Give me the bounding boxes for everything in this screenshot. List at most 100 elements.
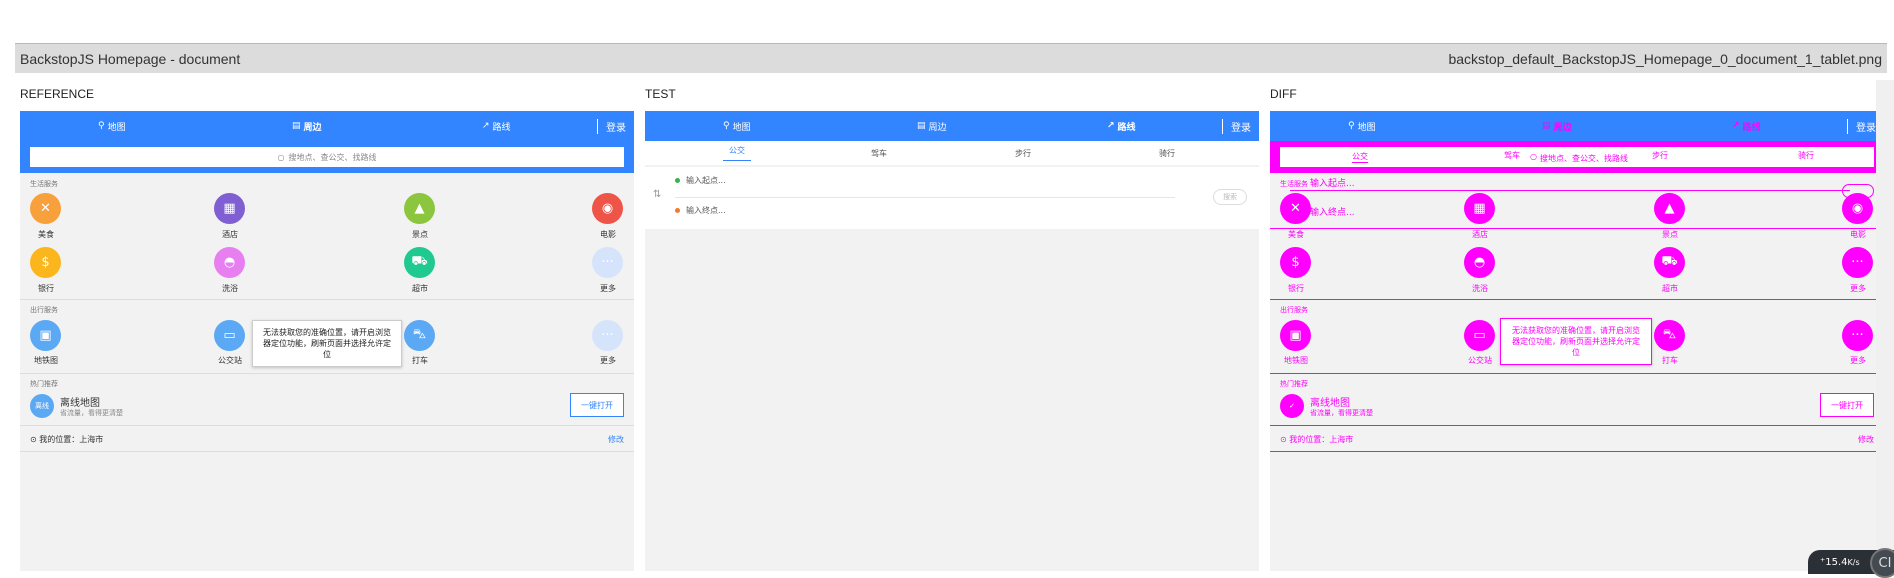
open-button[interactable]: 一键打开 <box>570 393 624 417</box>
label-bus: 公交站 <box>210 355 250 366</box>
bank-icon[interactable]: $ <box>1280 247 1311 278</box>
diff-screenshot[interactable]: ⚲地图 ▤周边 ↗路线 登录 公交 驾车 ○ 搜地点、查公交、找路线 步行 骑行… <box>1270 111 1884 571</box>
bath-icon[interactable]: ◓ <box>1464 247 1495 278</box>
bath-icon[interactable]: ◓ <box>214 247 245 278</box>
divider <box>1270 228 1884 229</box>
more-icon[interactable]: ··· <box>592 247 623 278</box>
offline-badge: ✓ <box>1280 394 1304 418</box>
nav-nearby[interactable]: ▤周边 <box>917 120 947 133</box>
diff-label: DIFF <box>1270 87 1297 101</box>
diff-search-input[interactable]: 公交 驾车 ○ 搜地点、查公交、找路线 步行 骑行 <box>1280 147 1874 167</box>
scenic-icon[interactable]: ▲ <box>404 193 435 224</box>
start-input[interactable]: 输入起点... <box>675 175 726 186</box>
divider <box>1270 425 1884 426</box>
login-link[interactable]: 登录 <box>1847 119 1876 134</box>
tab-bus[interactable]: 公交 <box>723 145 751 161</box>
more-travel-icon[interactable]: ··· <box>1842 320 1873 351</box>
travel-section-title: 出行服务 <box>30 305 58 315</box>
label-scenic: 景点 <box>1650 229 1690 240</box>
route-tabs: 公交 驾车 步行 骑行 <box>645 141 1259 165</box>
report-filename: backstop_default_BackstopJS_Homepage_0_d… <box>1448 51 1882 67</box>
end-dot-icon <box>675 208 680 213</box>
hot-section-title: 热门推荐 <box>1280 379 1308 389</box>
change-location-link[interactable]: 修改 <box>608 434 624 445</box>
food-icon[interactable]: ✕ <box>1280 193 1311 224</box>
nav-bar: ⚲地图 ▤周边 ↗路线 登录 <box>20 111 634 141</box>
swap-icon[interactable]: ⇅ <box>653 189 661 200</box>
more-travel-icon[interactable]: ··· <box>592 320 623 351</box>
my-location: ⊙ 我的位置：上海市 <box>1280 434 1353 445</box>
label-hotel: 酒店 <box>210 229 250 240</box>
test-screenshot[interactable]: ⚲地图 ▤周边 ↗路线 登录 公交 驾车 步行 骑行 ⇅ 输入起点... 输入终… <box>645 111 1259 571</box>
bus-icon[interactable]: ▭ <box>214 320 245 351</box>
pin-icon: ⚲ <box>98 121 105 131</box>
target-icon: ⊙ <box>1280 435 1289 444</box>
nav-route[interactable]: ↗路线 <box>1732 120 1761 133</box>
label-more: 更多 <box>1838 283 1878 294</box>
label-bath: 洗浴 <box>1460 283 1500 294</box>
taxi-icon[interactable]: ⛍ <box>404 320 435 351</box>
route-icon: ↗ <box>482 121 490 131</box>
login-link[interactable]: 登录 <box>1222 119 1251 134</box>
end-input[interactable]: 输入终点... <box>675 205 726 216</box>
speed-unit: K/s <box>1848 558 1860 567</box>
life-section-title: 生活服务 <box>1280 179 1308 189</box>
start-dot-icon <box>675 178 680 183</box>
tab-walk[interactable]: 步行 <box>1015 148 1031 159</box>
movie-icon[interactable]: ◉ <box>1842 193 1873 224</box>
label-food: 美食 <box>1276 229 1316 240</box>
nav-nearby[interactable]: ▤周边 <box>292 120 322 133</box>
hot-title: 离线地图 <box>60 394 100 409</box>
scenic-icon[interactable]: ▲ <box>1654 193 1685 224</box>
nav-nearby[interactable]: ▤周边 <box>1542 120 1572 133</box>
network-speed-widget: ⁺15.4K/s CI <box>1808 550 1894 574</box>
list-icon: ▤ <box>1542 121 1551 131</box>
subway-icon[interactable]: ▣ <box>30 320 61 351</box>
diff-search-text: 搜地点、查公交、找路线 <box>1540 153 1628 164</box>
search-input[interactable]: ○搜地点、查公交、找路线 <box>30 147 624 167</box>
hotel-icon[interactable]: ▦ <box>1464 193 1495 224</box>
route-search-button[interactable]: 搜索 <box>1213 189 1247 205</box>
movie-icon[interactable]: ◉ <box>592 193 623 224</box>
hot-subtitle: 省流量，看得更清楚 <box>60 408 123 418</box>
test-label: TEST <box>645 87 676 101</box>
reference-screenshot[interactable]: ⚲地图 ▤周边 ↗路线 登录 ○搜地点、查公交、找路线 生活服务 ✕ ▦ ▲ ◉… <box>20 111 634 571</box>
open-button[interactable]: 一键打开 <box>1820 393 1874 417</box>
more-icon[interactable]: ··· <box>1842 247 1873 278</box>
subway-icon[interactable]: ▣ <box>1280 320 1311 351</box>
hot-title: 离线地图 <box>1310 394 1350 409</box>
divider <box>1270 451 1884 452</box>
change-location-link[interactable]: 修改 <box>1858 434 1874 445</box>
page-scrollbar[interactable] <box>1876 80 1894 574</box>
cart-icon[interactable]: ⛟ <box>1654 247 1685 278</box>
label-bus: 公交站 <box>1460 355 1500 366</box>
label-taxi: 打车 <box>1650 355 1690 366</box>
travel-section-title: 出行服务 <box>1280 305 1308 315</box>
tab-bike[interactable]: 骑行 <box>1159 148 1175 159</box>
nav-map[interactable]: ⚲地图 <box>98 120 126 133</box>
search-icon: ○ <box>278 153 285 162</box>
label-bank: 银行 <box>26 283 66 294</box>
target-icon: ⊙ <box>30 435 39 444</box>
bank-icon[interactable]: $ <box>30 247 61 278</box>
label-market: 超市 <box>400 283 440 294</box>
label-movie: 电影 <box>588 229 628 240</box>
hotel-icon[interactable]: ▦ <box>214 193 245 224</box>
bus-icon[interactable]: ▭ <box>1464 320 1495 351</box>
hot-subtitle: 省流量，看得更清楚 <box>1310 408 1373 418</box>
taxi-icon[interactable]: ⛍ <box>1654 320 1685 351</box>
nav-route[interactable]: ↗路线 <box>482 120 511 133</box>
nav-bar: ⚲地图 ▤周边 ↗路线 登录 <box>645 111 1259 141</box>
divider <box>20 373 634 374</box>
diff-tab-bike: 骑行 <box>1798 150 1814 161</box>
nav-route[interactable]: ↗路线 <box>1107 120 1136 133</box>
cart-icon[interactable]: ⛟ <box>404 247 435 278</box>
nav-map[interactable]: ⚲地图 <box>723 120 751 133</box>
divider <box>20 451 634 452</box>
tab-drive[interactable]: 驾车 <box>871 148 887 159</box>
location-tooltip: 无法获取您的准确位置，请开启浏览器定位功能，刷新页面并选择允许定位 <box>1500 318 1652 365</box>
search-icon: ○ <box>1530 152 1537 161</box>
login-link[interactable]: 登录 <box>597 119 626 134</box>
food-icon[interactable]: ✕ <box>30 193 61 224</box>
nav-map[interactable]: ⚲地图 <box>1348 120 1376 133</box>
